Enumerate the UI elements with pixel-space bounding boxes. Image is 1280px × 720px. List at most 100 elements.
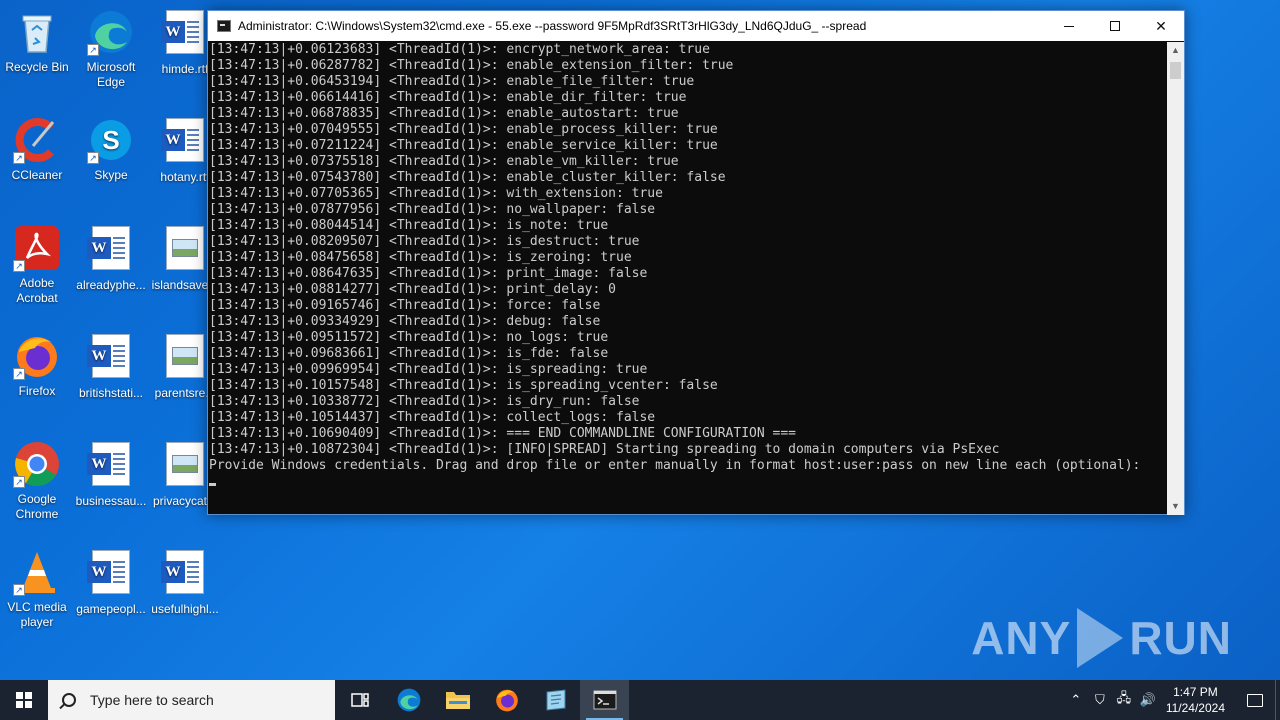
console-line: [13:47:13|+0.09165746] <ThreadId(1)>: fo… <box>209 298 601 313</box>
text-cursor <box>209 483 216 486</box>
taskbar-file-explorer-button[interactable] <box>433 680 482 720</box>
desktop-icon-label: businessau... <box>75 494 147 508</box>
console-prompt-line[interactable] <box>209 474 1168 490</box>
firefox-icon <box>495 689 518 712</box>
recycle-bin-icon <box>13 8 61 56</box>
desktop-icon-label: Skype <box>94 168 128 182</box>
desktop-icon-ccleaner[interactable]: ↗ CCleaner <box>0 116 74 183</box>
cmd-window-title: Administrator: C:\Windows\System32\cmd.e… <box>238 19 867 33</box>
desktop-icon-skype[interactable]: S ↗ Skype <box>74 116 148 183</box>
desktop-icon-alreadyphe[interactable]: W alreadyphe... <box>74 224 148 293</box>
console-output[interactable]: [13:47:13|+0.06123683] <ThreadId(1)>: en… <box>208 42 1168 514</box>
word-document-icon: W <box>161 550 209 598</box>
clock-time: 1:47 PM <box>1173 685 1218 699</box>
word-document-icon: W <box>161 118 209 166</box>
edge-icon <box>397 688 420 712</box>
maximize-button[interactable] <box>1092 11 1138 41</box>
desktop-icon-google-chrome[interactable]: ↗ Google Chrome <box>0 440 74 522</box>
desktop-icon-vlc[interactable]: ↗ VLC media player <box>0 548 74 630</box>
watermark-text-right: RUN <box>1129 612 1232 664</box>
console-line: Provide Windows credentials. Drag and dr… <box>209 458 1141 473</box>
taskbar: Type here to search ⌃ ⛉ 🖧 🔊 1:47 PM 11/2… <box>0 680 1280 720</box>
minimize-button[interactable] <box>1046 11 1092 41</box>
desktop-icon-label: CCleaner <box>11 168 63 182</box>
minimize-icon <box>1064 25 1074 27</box>
word-document-icon: W <box>87 334 135 382</box>
console-scrollbar[interactable]: ▲ ▼ <box>1167 42 1184 515</box>
shortcut-arrow-icon: ↗ <box>13 476 25 488</box>
chrome-icon: ↗ <box>13 440 61 488</box>
shortcut-arrow-icon: ↗ <box>13 260 25 272</box>
watermark-text-left: ANY <box>971 612 1072 664</box>
taskbar-search-box[interactable]: Type here to search <box>48 680 335 720</box>
console-line: [13:47:13|+0.08044514] <ThreadId(1)>: is… <box>209 218 609 233</box>
shortcut-arrow-icon: ↗ <box>13 584 25 596</box>
scroll-down-arrow-icon[interactable]: ▼ <box>1167 498 1184 515</box>
adobe-acrobat-icon: ↗ <box>13 224 61 272</box>
console-line: [13:47:13|+0.07375518] <ThreadId(1)>: en… <box>209 154 679 169</box>
desktop-icon-label: usefulhighl... <box>151 602 219 616</box>
console-line: [13:47:13|+0.08209507] <ThreadId(1)>: is… <box>209 234 640 249</box>
desktop-icon-label: gamepeopl... <box>76 602 146 616</box>
console-line: [13:47:13|+0.10338772] <ThreadId(1)>: is… <box>209 394 640 409</box>
ccleaner-icon: ↗ <box>13 116 61 164</box>
start-button[interactable] <box>0 680 48 720</box>
notepad-icon <box>546 689 565 711</box>
volume-icon[interactable]: 🔊 <box>1136 692 1160 708</box>
console-line: [13:47:13|+0.06614416] <ThreadId(1)>: en… <box>209 90 687 105</box>
console-line: [13:47:13|+0.10514437] <ThreadId(1)>: co… <box>209 410 656 425</box>
desktop-icon-label: Microsoft Edge <box>86 60 136 89</box>
desktop-icon-label: alreadyphe... <box>76 278 146 292</box>
console-line: [13:47:13|+0.09683661] <ThreadId(1)>: is… <box>209 346 609 361</box>
console-line: [13:47:13|+0.10157548] <ThreadId(1)>: is… <box>209 378 718 393</box>
console-line: [13:47:13|+0.06287782] <ThreadId(1)>: en… <box>209 58 734 73</box>
cmd-icon <box>593 690 616 710</box>
word-document-icon: W <box>161 10 209 58</box>
notification-center-button[interactable] <box>1235 680 1275 720</box>
task-view-button[interactable] <box>335 680 384 720</box>
word-document-icon: W <box>87 550 135 598</box>
image-file-icon <box>161 334 209 382</box>
desktop-icon-label: Firefox <box>18 384 56 398</box>
desktop-icon-microsoft-edge[interactable]: ↗ Microsoft Edge <box>74 8 148 90</box>
cmd-app-icon[interactable] <box>217 20 231 32</box>
console-line: [13:47:13|+0.09334929] <ThreadId(1)>: de… <box>209 314 601 329</box>
taskbar-firefox-button[interactable] <box>482 680 531 720</box>
system-tray: ⌃ ⛉ 🖧 🔊 1:47 PM 11/24/2024 <box>1064 680 1280 720</box>
desktop-icon-adobe-acrobat[interactable]: ↗ Adobe Acrobat <box>0 224 74 306</box>
desktop-icon-gamepeopl[interactable]: W gamepeopl... <box>74 548 148 617</box>
shortcut-arrow-icon: ↗ <box>87 152 99 164</box>
taskbar-notepad-button[interactable] <box>531 680 580 720</box>
desktop-icon-firefox[interactable]: ↗ Firefox <box>0 332 74 399</box>
folder-icon <box>445 692 470 709</box>
task-view-icon <box>350 693 369 707</box>
console-line: [13:47:13|+0.07877956] <ThreadId(1)>: no… <box>209 202 656 217</box>
cmd-titlebar[interactable]: Administrator: C:\Windows\System32\cmd.e… <box>208 11 1184 41</box>
security-icon[interactable]: ⛉ <box>1088 692 1112 708</box>
desktop-icon-britishstati[interactable]: W britishstati... <box>74 332 148 401</box>
scrollbar-thumb[interactable] <box>1170 62 1181 79</box>
desktop-icon-label: Adobe Acrobat <box>16 276 58 305</box>
skype-icon: S ↗ <box>87 116 135 164</box>
show-desktop-button[interactable] <box>1275 680 1280 720</box>
image-file-icon <box>161 442 209 490</box>
desktop-icon-usefulhighl[interactable]: W usefulhighl... <box>148 548 222 617</box>
shortcut-arrow-icon: ↗ <box>87 44 99 56</box>
chevron-up-icon[interactable]: ⌃ <box>1064 692 1088 708</box>
desktop-icon-recycle-bin[interactable]: Recycle Bin <box>0 8 74 75</box>
desktop-icon-label: VLC media player <box>7 600 67 629</box>
taskbar-edge-button[interactable] <box>384 680 433 720</box>
console-line: [13:47:13|+0.08475658] <ThreadId(1)>: is… <box>209 250 632 265</box>
edge-icon: ↗ <box>87 8 135 56</box>
close-icon: ✕ <box>1155 17 1167 34</box>
cmd-window[interactable]: Administrator: C:\Windows\System32\cmd.e… <box>207 10 1185 515</box>
close-button[interactable]: ✕ <box>1138 11 1184 41</box>
network-icon[interactable]: 🖧 <box>1112 689 1136 711</box>
taskbar-cmd-button[interactable] <box>580 680 629 720</box>
console-line: [13:47:13|+0.07705365] <ThreadId(1)>: wi… <box>209 186 663 201</box>
word-document-icon: W <box>87 442 135 490</box>
scroll-up-arrow-icon[interactable]: ▲ <box>1167 42 1184 59</box>
desktop-icon-businessau[interactable]: W businessau... <box>74 440 148 509</box>
clock[interactable]: 1:47 PM 11/24/2024 <box>1166 684 1225 716</box>
console-line: [13:47:13|+0.06123683] <ThreadId(1)>: en… <box>209 42 710 57</box>
